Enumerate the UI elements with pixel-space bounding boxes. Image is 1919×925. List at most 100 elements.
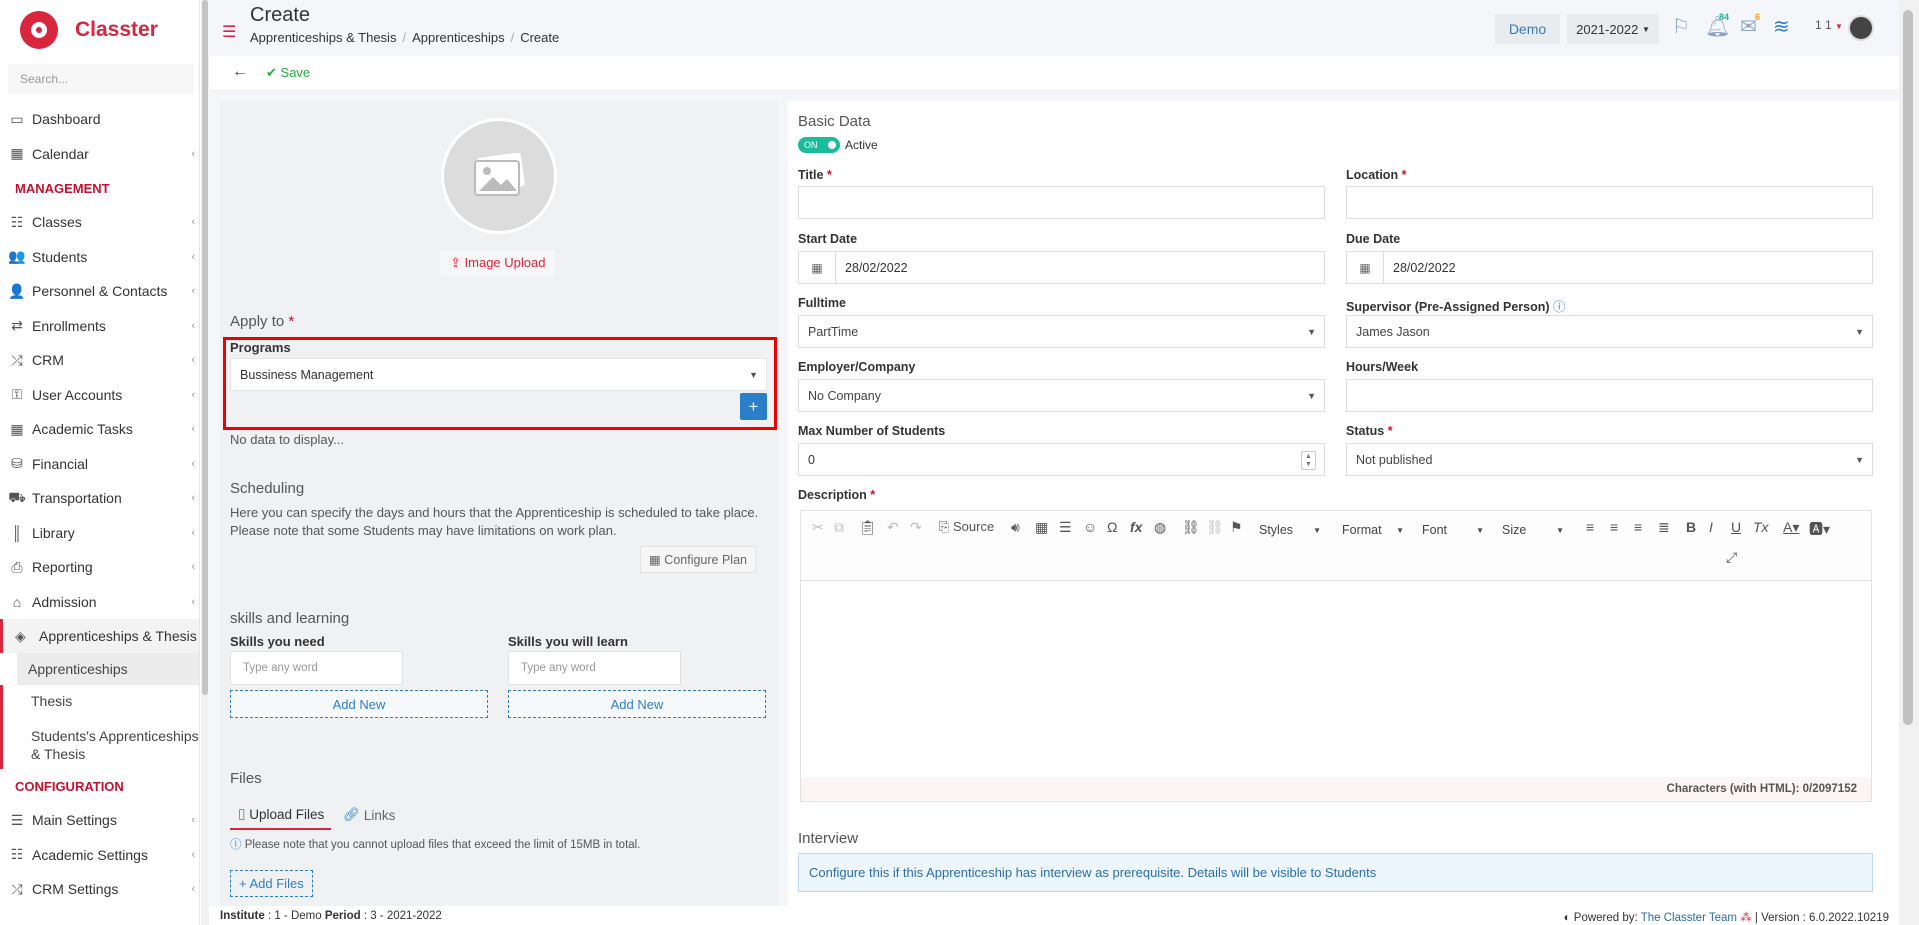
image-upload-button[interactable]: ⇪ Image Upload bbox=[440, 250, 556, 276]
sidebar-subitem-apprenticeships[interactable]: Apprenticeships bbox=[17, 653, 199, 685]
breadcrumb-item[interactable]: Apprenticeships bbox=[412, 30, 505, 45]
sidebar-item-admission[interactable]: ⌂ Admission ‹ bbox=[0, 585, 199, 620]
layers-icon[interactable]: ≋ bbox=[1773, 14, 1790, 39]
configure-plan-button[interactable]: ▦ Configure Plan bbox=[640, 546, 756, 573]
tab-upload-files[interactable]: ▯ Upload Files bbox=[230, 800, 331, 830]
globe-icon[interactable]: ◍ bbox=[1154, 519, 1166, 536]
add-program-button[interactable]: + bbox=[740, 393, 767, 420]
page-scrollbar[interactable] bbox=[1899, 0, 1919, 925]
align-center-icon[interactable]: ≡ bbox=[1610, 519, 1618, 535]
sidebar-item-transportation[interactable]: ⛟ Transportation ‹ bbox=[0, 481, 199, 516]
undo-icon[interactable]: ↶ bbox=[887, 519, 899, 536]
sidebar-item-dashboard[interactable]: ▭ Dashboard bbox=[0, 102, 199, 137]
sidebar-subitem-thesis[interactable]: Thesis bbox=[0, 685, 199, 717]
due-date-input[interactable]: ▦ 28/02/2022 bbox=[1346, 251, 1873, 284]
team-link[interactable]: The Classter Team bbox=[1641, 912, 1737, 924]
tab-links[interactable]: 🔗︎ Links bbox=[343, 800, 395, 830]
omega-icon[interactable]: Ω bbox=[1107, 519, 1117, 535]
info-icon[interactable]: ⓘ bbox=[1553, 300, 1566, 314]
fulltime-select[interactable]: PartTime ▼ bbox=[798, 315, 1325, 348]
skills-need-input[interactable]: Type any word bbox=[230, 651, 403, 685]
sidebar-subitem-students-apprenticeships[interactable]: Students's Apprenticeships & Thesis bbox=[0, 717, 199, 769]
clear-format-icon[interactable]: Tx bbox=[1753, 519, 1769, 535]
sidebar-item-financial[interactable]: ⛁ Financial ‹ bbox=[0, 447, 199, 482]
bold-icon[interactable]: B bbox=[1686, 519, 1696, 535]
interview-info-box[interactable]: Configure this if this Apprenticeship ha… bbox=[798, 853, 1873, 892]
calendar-icon[interactable]: ▦ bbox=[1347, 252, 1384, 283]
sidebar-item-personnel[interactable]: 👤 Personnel & Contacts ‹ bbox=[0, 274, 199, 309]
sidebar-item-crm[interactable]: ⤮ CRM ‹ bbox=[0, 343, 199, 378]
breadcrumb-item[interactable]: Apprenticeships & Thesis bbox=[250, 30, 396, 45]
supervisor-select[interactable]: James Jason ▼ bbox=[1346, 315, 1873, 348]
sidebar-search-input[interactable]: Search... bbox=[8, 64, 194, 94]
paste-icon[interactable]: 📋︎ bbox=[859, 519, 877, 536]
active-toggle[interactable]: ON bbox=[798, 137, 840, 153]
back-arrow-icon[interactable]: ← bbox=[232, 63, 248, 81]
font-combo[interactable]: Font ▼ bbox=[1416, 519, 1488, 541]
calendar-icon[interactable]: ▦ bbox=[799, 252, 836, 283]
copy-icon[interactable]: ⧉ bbox=[834, 519, 844, 536]
status-select[interactable]: Not published ▼ bbox=[1346, 443, 1873, 476]
align-left-icon[interactable]: ≡ bbox=[1586, 519, 1594, 535]
underline-icon[interactable]: U bbox=[1731, 519, 1741, 535]
italic-icon[interactable]: I bbox=[1709, 519, 1713, 535]
align-right-icon[interactable]: ≡ bbox=[1634, 519, 1642, 535]
add-skill-learn-button[interactable]: Add New bbox=[508, 690, 766, 718]
maximize-icon[interactable]: ⤢ bbox=[1726, 549, 1737, 566]
smiley-icon[interactable]: ☺ bbox=[1083, 519, 1097, 535]
skills-learn-input[interactable]: Type any word bbox=[508, 651, 681, 685]
location-input[interactable] bbox=[1346, 186, 1873, 219]
background-color-icon[interactable]: 🅰▾ bbox=[1809, 519, 1830, 539]
description-editor[interactable]: ✂ ⧉ 📋︎ ↶ ↷ ⎘ Source 🔊︎ ▦ ☰ ☺ Ω fx ◍ ⛓ ⛓ … bbox=[800, 510, 1872, 802]
sidebar-item-apprenticeships-thesis[interactable]: ◈ Apprenticeships & Thesis bbox=[0, 619, 199, 653]
sidebar-item-classes[interactable]: ☷ Classes ‹ bbox=[0, 205, 199, 240]
size-combo[interactable]: Size ▼ bbox=[1496, 519, 1568, 541]
sidebar-item-crm-settings[interactable]: ⤮ CRM Settings ‹ bbox=[0, 872, 199, 907]
number-spinner[interactable]: ▲ ▼ bbox=[1301, 451, 1316, 470]
add-skill-need-button[interactable]: Add New bbox=[230, 690, 488, 718]
sidebar-item-enrollments[interactable]: ⇄ Enrollments ‹ bbox=[0, 309, 199, 344]
justify-icon[interactable]: ≣ bbox=[1658, 519, 1670, 536]
sidebar-item-user-accounts[interactable]: ⚿ User Accounts ‹ bbox=[0, 378, 199, 413]
text-color-icon[interactable]: A▾ bbox=[1783, 519, 1799, 536]
sidebar-scrollbar[interactable] bbox=[201, 0, 209, 925]
image-placeholder[interactable] bbox=[441, 118, 557, 234]
source-button[interactable]: ⎘ Source bbox=[939, 519, 994, 535]
sidebar-item-library[interactable]: ║ Library ‹ bbox=[0, 516, 199, 551]
app-logo[interactable]: Classter bbox=[0, 0, 199, 60]
table-icon[interactable]: ▦ bbox=[1035, 519, 1048, 536]
format-combo[interactable]: Format ▼ bbox=[1336, 519, 1408, 541]
employer-select[interactable]: No Company ▼ bbox=[798, 379, 1325, 412]
cut-icon[interactable]: ✂ bbox=[812, 519, 824, 536]
user-menu[interactable]: 1 1 ▼ bbox=[1815, 18, 1843, 32]
styles-combo[interactable]: Styles ▼ bbox=[1253, 519, 1325, 541]
scrollbar-thumb[interactable] bbox=[1903, 10, 1913, 725]
sidebar-item-students[interactable]: 👥 Students ‹ bbox=[0, 240, 199, 275]
year-select[interactable]: 2021-2022 ▼ bbox=[1567, 14, 1659, 44]
sidebar-item-academic-tasks[interactable]: ▦ Academic Tasks ‹ bbox=[0, 412, 199, 447]
flag-icon[interactable]: ⚐ bbox=[1672, 14, 1690, 39]
sidebar-item-reporting[interactable]: ⎙ Reporting ‹ bbox=[0, 550, 199, 585]
horizontal-line-icon[interactable]: ☰ bbox=[1059, 519, 1072, 536]
sidebar-item-calendar[interactable]: ▦ Calendar ‹ bbox=[0, 137, 199, 172]
hamburger-menu-icon[interactable]: ☰ bbox=[222, 22, 236, 42]
start-date-input[interactable]: ▦ 28/02/2022 bbox=[798, 251, 1325, 284]
save-button[interactable]: ✔ Save bbox=[266, 65, 310, 81]
add-files-button[interactable]: + Add Files bbox=[230, 870, 313, 897]
programs-select[interactable]: Bussiness Management ▼ bbox=[230, 358, 767, 391]
hours-input[interactable] bbox=[1346, 379, 1873, 412]
caret-down-icon: ▼ bbox=[1641, 24, 1650, 34]
avatar[interactable] bbox=[1848, 15, 1874, 41]
link-icon[interactable]: ⛓ bbox=[1182, 519, 1200, 536]
speaker-icon[interactable]: 🔊︎ bbox=[1011, 519, 1020, 536]
sidebar-item-main-settings[interactable]: ☰ Main Settings ‹ bbox=[0, 803, 199, 838]
scrollbar-thumb[interactable] bbox=[202, 0, 208, 695]
title-input[interactable] bbox=[798, 186, 1325, 219]
formula-icon[interactable]: fx bbox=[1130, 519, 1142, 535]
anchor-flag-icon[interactable]: ⚑ bbox=[1230, 519, 1243, 536]
redo-icon[interactable]: ↷ bbox=[910, 519, 922, 536]
unlink-icon[interactable]: ⛓ bbox=[1206, 519, 1224, 536]
demo-button[interactable]: Demo bbox=[1495, 14, 1560, 44]
sidebar-item-academic-settings[interactable]: ☷ Academic Settings ‹ bbox=[0, 838, 199, 873]
max-students-input[interactable]: 0 ▲ ▼ bbox=[798, 443, 1325, 476]
